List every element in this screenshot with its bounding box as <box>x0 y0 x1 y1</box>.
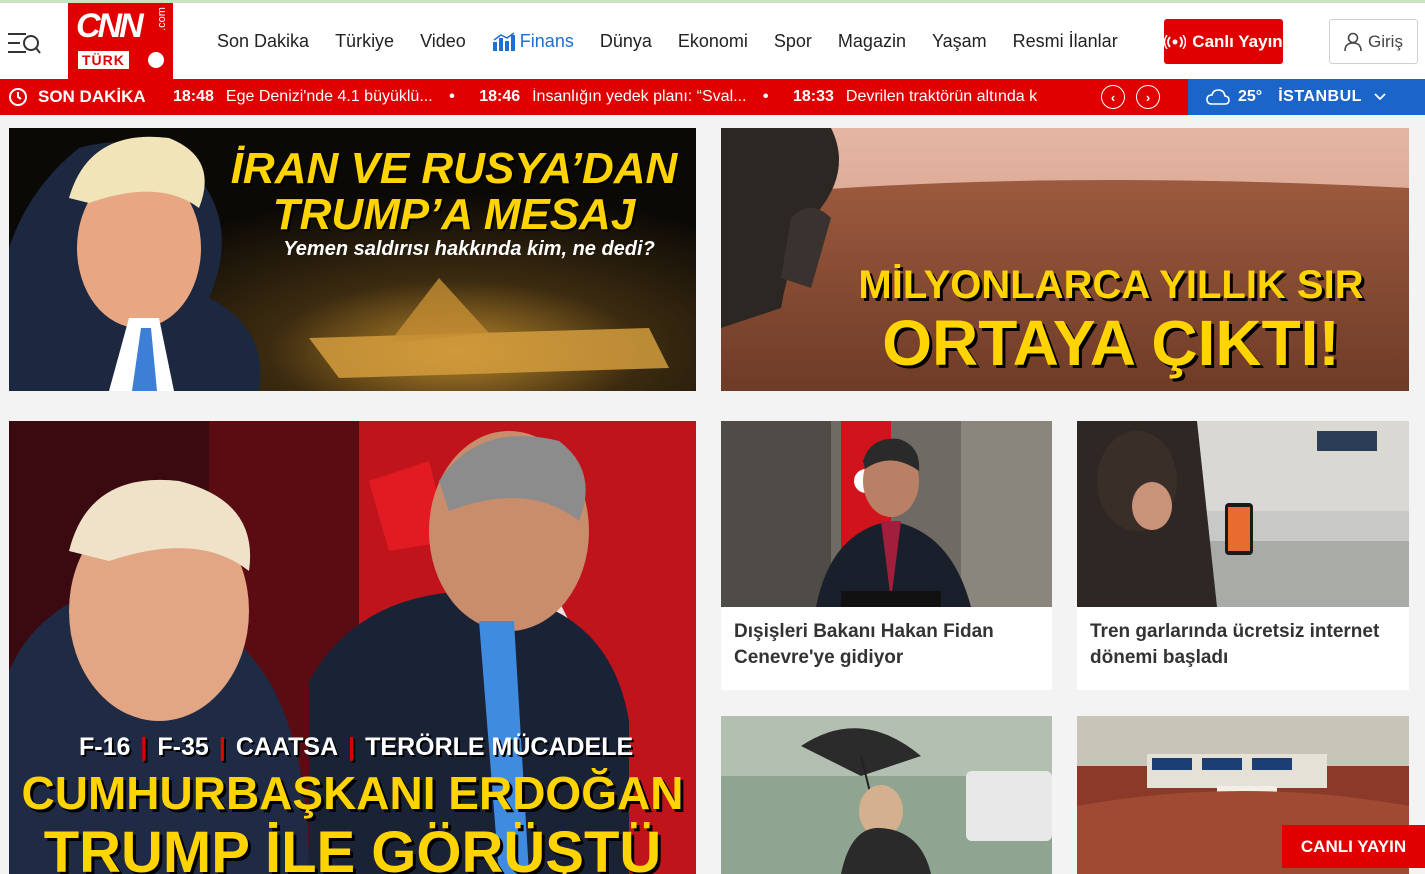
news-card-title: Tren garlarında ücretsiz internet dönemi… <box>1090 621 1380 668</box>
site-header: CNN TÜRK .com Son Dakika Türkiye Video F… <box>0 3 1425 79</box>
news-card-weather[interactable] <box>721 716 1052 874</box>
nav-spor[interactable]: Spor <box>774 31 812 52</box>
cnn-turk-logo[interactable]: CNN TÜRK .com <box>68 3 173 79</box>
chevron-down-icon <box>1374 93 1386 101</box>
main-story-erdogan-trump[interactable]: F-16 | F-35 | CAATSA | TERÖRLE MÜCADELE CUM… <box>9 421 696 874</box>
weather-city: İSTANBUL <box>1278 88 1362 105</box>
nav-finans-label: Finans <box>519 31 574 51</box>
main-nav: Son Dakika Türkiye Video Finans Dünya Ek… <box>217 31 1144 52</box>
banner-iran-rusya-line3: Yemen saldırısı hakkında kim, ne dedi? <box>283 238 655 260</box>
nav-turkiye[interactable]: Türkiye <box>335 31 394 52</box>
live-stream-button[interactable]: Canlı Yayın <box>1164 19 1283 64</box>
floating-live-button[interactable]: CANLI YAYIN <box>1282 825 1425 868</box>
ticker-text: İnsanlığın yedek planı: “Sval... <box>532 88 747 105</box>
ticker-time: 18:46 <box>479 88 521 105</box>
nav-magazin[interactable]: Magazin <box>838 31 906 52</box>
nav-resmi-ilanlar[interactable]: Resmi İlanlar <box>1013 31 1118 52</box>
cloud-icon <box>1206 89 1230 105</box>
weather-widget[interactable]: 25° İSTANBUL <box>1188 79 1425 115</box>
login-label: Giriş <box>1368 31 1403 51</box>
breaking-news-ticker: SON DAKİKA 18:48 Ege Denizi'nde 4.1 büyü… <box>0 79 1188 115</box>
ticker-text: Devrilen traktörün altında k <box>845 88 1038 105</box>
nav-son-dakika[interactable]: Son Dakika <box>217 31 309 52</box>
logo-com-text: .com <box>155 7 168 31</box>
banner-iran-rusya-line2: TRUMP’A MESAJ <box>272 190 636 239</box>
nav-ekonomi[interactable]: Ekonomi <box>678 31 748 52</box>
news-card-image <box>721 716 1052 874</box>
tag-divider: | <box>140 733 148 761</box>
user-icon <box>1344 32 1362 51</box>
banner-iran-rusya[interactable]: İRAN VE RUSYA’DAN TRUMP’A MESAJ Yemen sa… <box>9 128 696 391</box>
news-card-image <box>721 421 1052 607</box>
clock-icon <box>9 88 27 106</box>
main-story-line2: TRUMP İLE GÖRÜŞTÜ <box>43 820 662 874</box>
banner-iran-rusya-line1: İRAN VE RUSYA’DAN <box>230 144 678 193</box>
banner-milyonlarca-yillik-sir[interactable]: MİLYONLARCA YILLIK SIR ORTAYA ÇIKTI! <box>721 128 1409 391</box>
breaking-news-title: SON DAKİKA <box>38 87 146 106</box>
news-card-image <box>1077 421 1409 607</box>
logo-dot <box>148 52 164 68</box>
breaking-news-label: SON DAKİKA <box>8 87 146 107</box>
news-card-tren-garlari[interactable]: Tren garlarında ücretsiz internet dönemi… <box>1077 421 1409 690</box>
ticker-separator: • <box>449 88 455 105</box>
ticker-time: 18:33 <box>792 88 834 105</box>
live-stream-label: Canlı Yayın <box>1192 31 1283 51</box>
banner-milyonlarca-line2: ORTAYA ÇIKTI! <box>882 307 1340 379</box>
ticker-arrows: ‹ › <box>1101 85 1160 109</box>
nav-finans[interactable]: Finans <box>492 31 574 52</box>
tag-divider: | <box>218 733 226 761</box>
main-story-tag: F-16 <box>79 733 131 761</box>
main-story-tags: F-16 | F-35 | CAATSA | TERÖRLE MÜCADELE <box>79 733 633 762</box>
ticker-prev-icon[interactable]: ‹ <box>1101 85 1125 109</box>
ticker-items: 18:48 Ege Denizi'nde 4.1 büyüklü... • 18… <box>173 88 1073 108</box>
login-button[interactable]: Giriş <box>1329 19 1418 64</box>
menu-search-icon[interactable] <box>6 29 42 57</box>
ticker-next-icon[interactable]: › <box>1136 85 1160 109</box>
ticker-item[interactable]: 18:48 Ege Denizi'nde 4.1 büyüklü... <box>173 88 433 106</box>
ticker-item[interactable]: 18:46 İnsanlığın yedek planı: “Sval... <box>479 88 746 106</box>
tag-divider: | <box>348 733 356 761</box>
weather-temp: 25° <box>1238 88 1263 105</box>
ticker-time: 18:48 <box>173 88 214 105</box>
nav-dunya[interactable]: Dünya <box>600 31 652 52</box>
main-story-tag: CAATSA <box>235 733 339 761</box>
ticker-item[interactable]: 18:33 Devrilen traktörün altında k <box>793 88 1037 106</box>
main-story-tag: F-35 <box>157 733 209 761</box>
ticker-separator: • <box>762 88 769 105</box>
news-card-hakan-fidan[interactable]: Dışişleri Bakanı Hakan Fidan Cenevre'ye … <box>721 421 1052 690</box>
banner-milyonlarca-line1: MİLYONLARCA YILLIK SIR <box>858 263 1364 307</box>
ticker-text: Ege Denizi'nde 4.1 büyüklü... <box>225 88 433 105</box>
main-story-tag: TERÖRLE MÜCADELE <box>365 733 634 761</box>
nav-video[interactable]: Video <box>420 31 466 52</box>
finans-chart-icon <box>492 31 515 51</box>
logo-cnn-text: CNN <box>76 7 144 45</box>
broadcast-icon <box>1164 34 1187 49</box>
logo-turk-text: TÜRK <box>78 51 129 69</box>
nav-yasam[interactable]: Yaşam <box>932 31 987 52</box>
news-card-title: Dışişleri Bakanı Hakan Fidan Cenevre'ye … <box>734 621 994 668</box>
main-story-line1: CUMHURBAŞKANI ERDOĞAN <box>21 767 684 819</box>
